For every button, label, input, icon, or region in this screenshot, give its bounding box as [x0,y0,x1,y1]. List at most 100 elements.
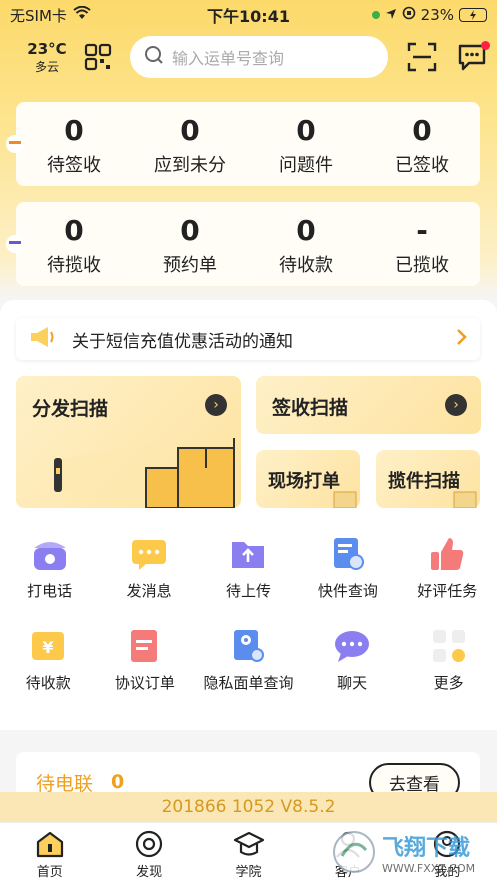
megaphone-icon [28,324,56,355]
sign-scan-title: 签收扫描 [272,397,349,419]
stat-pending-pickup[interactable]: 0 待揽收 [16,202,132,286]
onsite-print-card[interactable]: 现场打单 [256,450,360,508]
home-icon [0,829,99,859]
grid-item-call[interactable]: 打电话 [2,534,98,601]
grid-label: 快件查询 [317,582,378,600]
contract-icon [125,626,165,666]
thumbs-up-icon [427,534,467,574]
unread-dot [481,41,490,50]
status-bar: 无SIM卡 下午10:41 23% [0,0,497,30]
header: 23°C 多云 输入运单号查询 [0,34,497,80]
feature-grid-row2: ¥ 待收款 协议订单 隐私面单查询 聊天 更多 [0,626,497,693]
stat-picked-up[interactable]: - 已揽收 [364,202,480,286]
activity-dot-icon [371,11,380,19]
tab-discover[interactable]: 发现 [99,823,198,883]
scan-icon[interactable] [406,41,438,73]
stat-pending-payment[interactable]: 0 待收款 [248,202,364,286]
stat-label: 已揽收 [395,255,449,276]
discover-icon [99,829,198,859]
stat-value: 0 [296,214,316,247]
tab-label: 首页 [36,865,63,880]
stat-value: 0 [64,114,84,147]
watermark-text: 飞翔下载 [382,835,471,861]
stat-value: 0 [64,214,84,247]
pickup-scan-title: 揽件扫描 [388,471,460,492]
grid-item-privacy-query[interactable]: 隐私面单查询 [193,626,303,693]
search-input[interactable]: 输入运单号查询 [130,36,388,78]
stat-undistributed[interactable]: 0 应到未分 [132,102,248,186]
grid-item-more[interactable]: 更多 [401,626,497,693]
stat-value: 0 [180,114,200,147]
more-icon [429,626,469,666]
onsite-print-title: 现场打单 [268,471,340,492]
stat-label: 待收款 [279,255,333,276]
search-placeholder: 输入运单号查询 [172,49,285,68]
dispatch-scan-card[interactable]: 分发扫描 › [16,376,241,508]
grid-item-chat[interactable]: 聊天 [304,626,400,693]
stat-label: 应到未分 [154,155,226,176]
orientation-lock-icon [402,6,416,24]
battery-percent: 23% [420,6,454,24]
tab-label: 学院 [235,865,262,880]
notice-bar[interactable]: 关于短信充值优惠活动的通知 [16,318,480,360]
stat-signed[interactable]: 0 已签收 [364,102,480,186]
feature-grid-row1: 打电话 发消息 待上传 快件查询 好评任务 [0,534,497,601]
pickup-scan-card[interactable]: 揽件扫描 [376,450,480,508]
upload-folder-icon [228,534,268,574]
search-icon [144,45,164,69]
box-icon [453,491,477,508]
version-bar: 201866 1052 V8.5.2 [0,792,497,822]
academy-icon [199,829,298,859]
card-tab-marker-icon [6,135,24,153]
message-bubble-icon[interactable] [456,41,490,73]
svg-text:¥: ¥ [43,638,54,657]
pickup-stats-card: 0 待揽收 0 预约单 0 待收款 - 已揽收 [16,202,480,286]
stat-value: 0 [180,214,200,247]
grid-item-message[interactable]: 发消息 [101,534,197,601]
weather-condition: 多云 [34,59,59,74]
watermark-url: WWW.FXXZ.COM [382,861,476,875]
grid-item-package-query[interactable]: 快件查询 [300,534,396,601]
wifi-icon [73,5,91,24]
stat-pending-sign[interactable]: 0 待签收 [16,102,132,186]
box-icon [333,491,357,508]
watermark: 飞翔下载 WWW.FXXZ.COM [332,822,492,882]
grid-label: 聊天 [337,674,368,692]
location-arrow-icon [385,6,397,24]
stat-value: 0 [296,114,316,147]
stat-label: 问题件 [279,155,333,176]
privacy-search-icon [228,626,268,666]
grid-item-pending-payment[interactable]: ¥ 待收款 [0,626,96,693]
tab-label: 发现 [136,865,163,880]
qr-code-icon[interactable] [84,43,112,71]
grid-label: 好评任务 [417,582,478,600]
grid-label: 更多 [433,674,464,692]
grid-label: 协议订单 [114,674,175,692]
grid-label: 待上传 [225,582,271,600]
weather-widget[interactable]: 23°C 多云 [16,40,78,75]
chevron-right-icon: › [445,394,467,416]
grid-item-contract-order[interactable]: 协议订单 [97,626,193,693]
tab-home[interactable]: 首页 [0,823,99,883]
stat-label: 已签收 [395,155,449,176]
weather-temp: 23°C [27,39,67,58]
battery-icon [459,8,487,22]
dispatch-scan-title: 分发扫描 [32,398,109,420]
grid-label: 打电话 [27,582,73,600]
sign-stats-card: 0 待签收 0 应到未分 0 问题件 0 已签收 [16,102,480,186]
carrier-label: 无SIM卡 [10,6,67,25]
yuan-icon: ¥ [28,626,68,666]
tab-academy[interactable]: 学院 [199,823,298,883]
grid-item-review-task[interactable]: 好评任务 [399,534,495,601]
grid-item-upload[interactable]: 待上传 [200,534,296,601]
stat-label: 预约单 [163,255,217,276]
pending-contact-count: 0 [111,771,125,793]
phone-icon [30,534,70,574]
notice-text: 关于短信充值优惠活动的通知 [72,331,293,352]
grid-label: 待收款 [25,674,71,692]
boxes-illustration-icon [54,438,235,508]
stat-label: 待揽收 [47,255,101,276]
sign-scan-card[interactable]: 签收扫描 › [256,376,481,434]
stat-problem[interactable]: 0 问题件 [248,102,364,186]
stat-reservation[interactable]: 0 预约单 [132,202,248,286]
